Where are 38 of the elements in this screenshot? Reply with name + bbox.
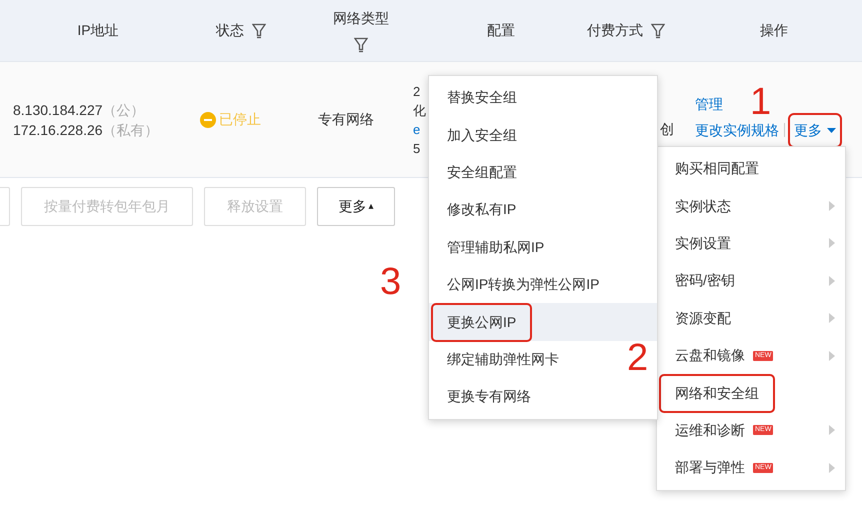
column-header: IP地址 <box>77 21 119 40</box>
network-type: 专有网络 <box>318 110 374 129</box>
ip-address: 8.130.184.227 <box>13 100 103 120</box>
filter-icon[interactable] <box>354 37 368 53</box>
menu-item[interactable]: 更换公网IP <box>429 303 657 341</box>
menu-item[interactable]: 网络和安全组 <box>657 374 845 412</box>
status-text: 已停止 <box>219 110 261 129</box>
menu-item[interactable]: 管理辅助私网IP <box>429 228 657 266</box>
toolbar-button[interactable]: 更多▴ <box>317 187 395 226</box>
menu-item[interactable]: 替换安全组 <box>429 79 657 116</box>
step-number: 3 <box>380 262 402 302</box>
column-header: 付费方式 <box>587 21 643 40</box>
step-number: 2 <box>627 338 648 378</box>
ip-type-label: （公） <box>102 100 145 120</box>
menu-item[interactable]: 加入安全组 <box>429 116 657 154</box>
step-number: 1 <box>750 82 772 122</box>
payment-text: 创 <box>660 120 674 139</box>
config-text[interactable]: e <box>413 120 420 138</box>
filter-icon[interactable] <box>252 22 266 38</box>
action-link[interactable]: 更改实例规格 <box>695 120 779 140</box>
ip-address: 172.16.228.26 <box>13 120 103 140</box>
filter-icon[interactable] <box>651 22 665 38</box>
ip-type-label: （私有） <box>102 120 159 140</box>
column-header: 状态 <box>216 21 244 40</box>
column-header: 网络类型 <box>333 9 389 28</box>
column-header: 配置 <box>487 21 515 40</box>
more-dropdown[interactable]: 更多 <box>790 114 840 146</box>
config-text: 5 <box>413 140 420 158</box>
stopped-icon <box>200 112 216 128</box>
config-text: 化 <box>413 102 426 120</box>
menu-item[interactable]: 修改私有IP <box>429 191 657 229</box>
menu-item[interactable]: 安全组配置 <box>429 154 657 192</box>
column-header: 操作 <box>760 21 788 40</box>
action-link[interactable]: 管理 <box>695 94 723 114</box>
menu-item[interactable]: 更换专有网络 <box>429 378 657 416</box>
config-text: 2 <box>413 82 420 100</box>
menu-item[interactable]: 公网IP转换为弹性公网IP <box>429 266 657 304</box>
caret-icon <box>827 128 836 132</box>
